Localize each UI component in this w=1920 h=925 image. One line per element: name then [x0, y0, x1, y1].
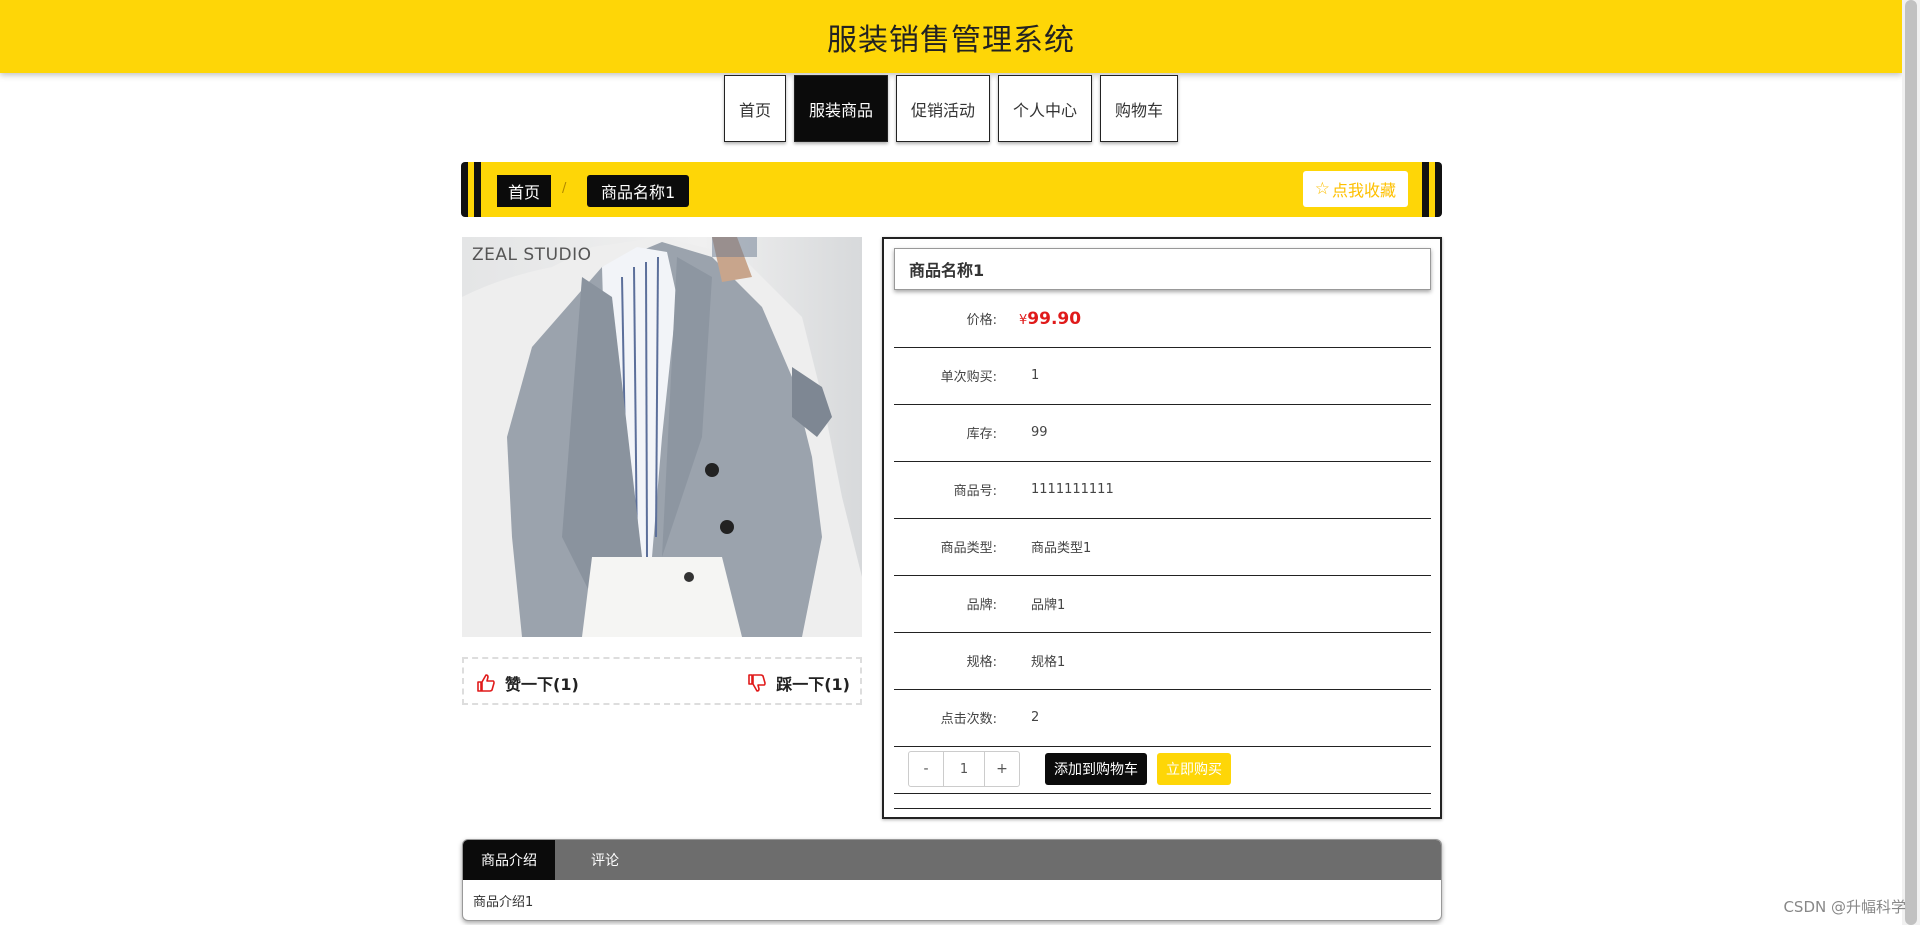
detail-value: 2 [1031, 710, 1040, 725]
detail-row: 品牌: 品牌1 [894, 575, 1431, 633]
tab-content: 商品介绍1 [473, 895, 534, 910]
nav-item-profile[interactable]: 个人中心 [998, 75, 1093, 142]
scrollbar-thumb[interactable] [1905, 0, 1917, 925]
divider [894, 808, 1431, 809]
quantity-stepper: - 1 + [908, 751, 1020, 787]
detail-label: 库存: [966, 427, 997, 442]
buy-now-button[interactable]: 立即购买 [1157, 753, 1231, 785]
detail-label: 规格: [966, 655, 997, 670]
quantity-decrement-button[interactable]: - [909, 752, 943, 786]
detail-row: 点击次数: 2 [894, 689, 1431, 747]
price-label: 价格: [966, 313, 997, 328]
like-button[interactable]: 赞一下(1) [476, 671, 579, 695]
breadcrumb-separator: / [562, 181, 567, 196]
favorite-button[interactable]: ☆ 点我收藏 [1302, 171, 1408, 207]
product-tabs: 商品介绍 评论 商品介绍1 [462, 839, 1442, 921]
nav-item-cart[interactable]: 购物车 [1100, 75, 1179, 142]
favorite-label: 点我收藏 [1331, 181, 1396, 200]
product-name: 商品名称1 [894, 248, 1431, 290]
main-nav: 首页 服装商品 促销活动 个人中心 购物车 [0, 75, 1902, 142]
breadcrumb-home[interactable]: 首页 [497, 175, 552, 207]
star-outline-icon: ☆ [1314, 179, 1330, 199]
nav-item-products[interactable]: 服装商品 [793, 75, 888, 142]
quantity-increment-button[interactable]: + [985, 752, 1019, 786]
detail-value: 99 [1031, 425, 1048, 440]
tab-description[interactable]: 商品介绍 [463, 840, 555, 880]
price-row: 价格: ¥99.90 [894, 290, 1431, 348]
image-watermark-text: ZEAL STUDIO [472, 245, 592, 265]
detail-label: 单次购买: [940, 370, 997, 385]
detail-value: 品牌1 [1031, 598, 1066, 613]
nav-item-promotions[interactable]: 促销活动 [895, 75, 990, 142]
detail-label: 商品号: [953, 484, 997, 499]
product-photo-illustration [462, 237, 862, 637]
thumbs-up-icon [477, 674, 495, 692]
detail-value: 商品类型1 [1031, 541, 1092, 556]
like-label: 赞一下(1) [505, 675, 579, 694]
csdn-watermark: CSDN @升幅科学 [1783, 898, 1906, 916]
vote-box: 赞一下(1) 踩一下(1) [462, 657, 862, 705]
detail-value: 1 [1031, 368, 1040, 383]
detail-label: 商品类型: [940, 541, 997, 556]
product-image[interactable]: ZEAL STUDIO [462, 237, 862, 637]
breadcrumb-bar: 首页 / 商品名称1 ☆ 点我收藏 [461, 162, 1442, 217]
quantity-input[interactable]: 1 [943, 752, 985, 786]
tab-comments[interactable]: 评论 [555, 840, 655, 880]
detail-label: 点击次数: [940, 712, 997, 727]
detail-row: 商品类型: 商品类型1 [894, 518, 1431, 576]
tab-bar: 商品介绍 评论 [463, 840, 1441, 880]
price-value: ¥99.90 [1019, 308, 1082, 329]
nav-item-home[interactable]: 首页 [723, 75, 786, 142]
detail-row: 单次购买: 1 [894, 347, 1431, 405]
scrollbar-track[interactable] [1902, 0, 1920, 925]
product-details-panel: 商品名称1 价格: ¥99.90 单次购买: 1 库存: 99 商品号: 111… [882, 237, 1442, 819]
detail-row: 库存: 99 [894, 404, 1431, 462]
thumbs-down-icon [748, 674, 767, 692]
site-title: 服装销售管理系统 [827, 22, 1075, 58]
detail-value: 规格1 [1031, 655, 1066, 670]
purchase-row: - 1 + 添加到购物车 立即购买 [894, 745, 1431, 794]
detail-value: 1111111111 [1031, 482, 1114, 497]
breadcrumb-current: 商品名称1 [587, 175, 690, 207]
add-to-cart-button[interactable]: 添加到购物车 [1045, 753, 1147, 785]
detail-label: 品牌: [966, 598, 997, 613]
detail-row: 规格: 规格1 [894, 632, 1431, 690]
dislike-button[interactable]: 踩一下(1) [747, 671, 850, 695]
dislike-label: 踩一下(1) [776, 675, 850, 694]
site-header: 服装销售管理系统 [0, 0, 1902, 73]
detail-row: 商品号: 1111111111 [894, 461, 1431, 519]
